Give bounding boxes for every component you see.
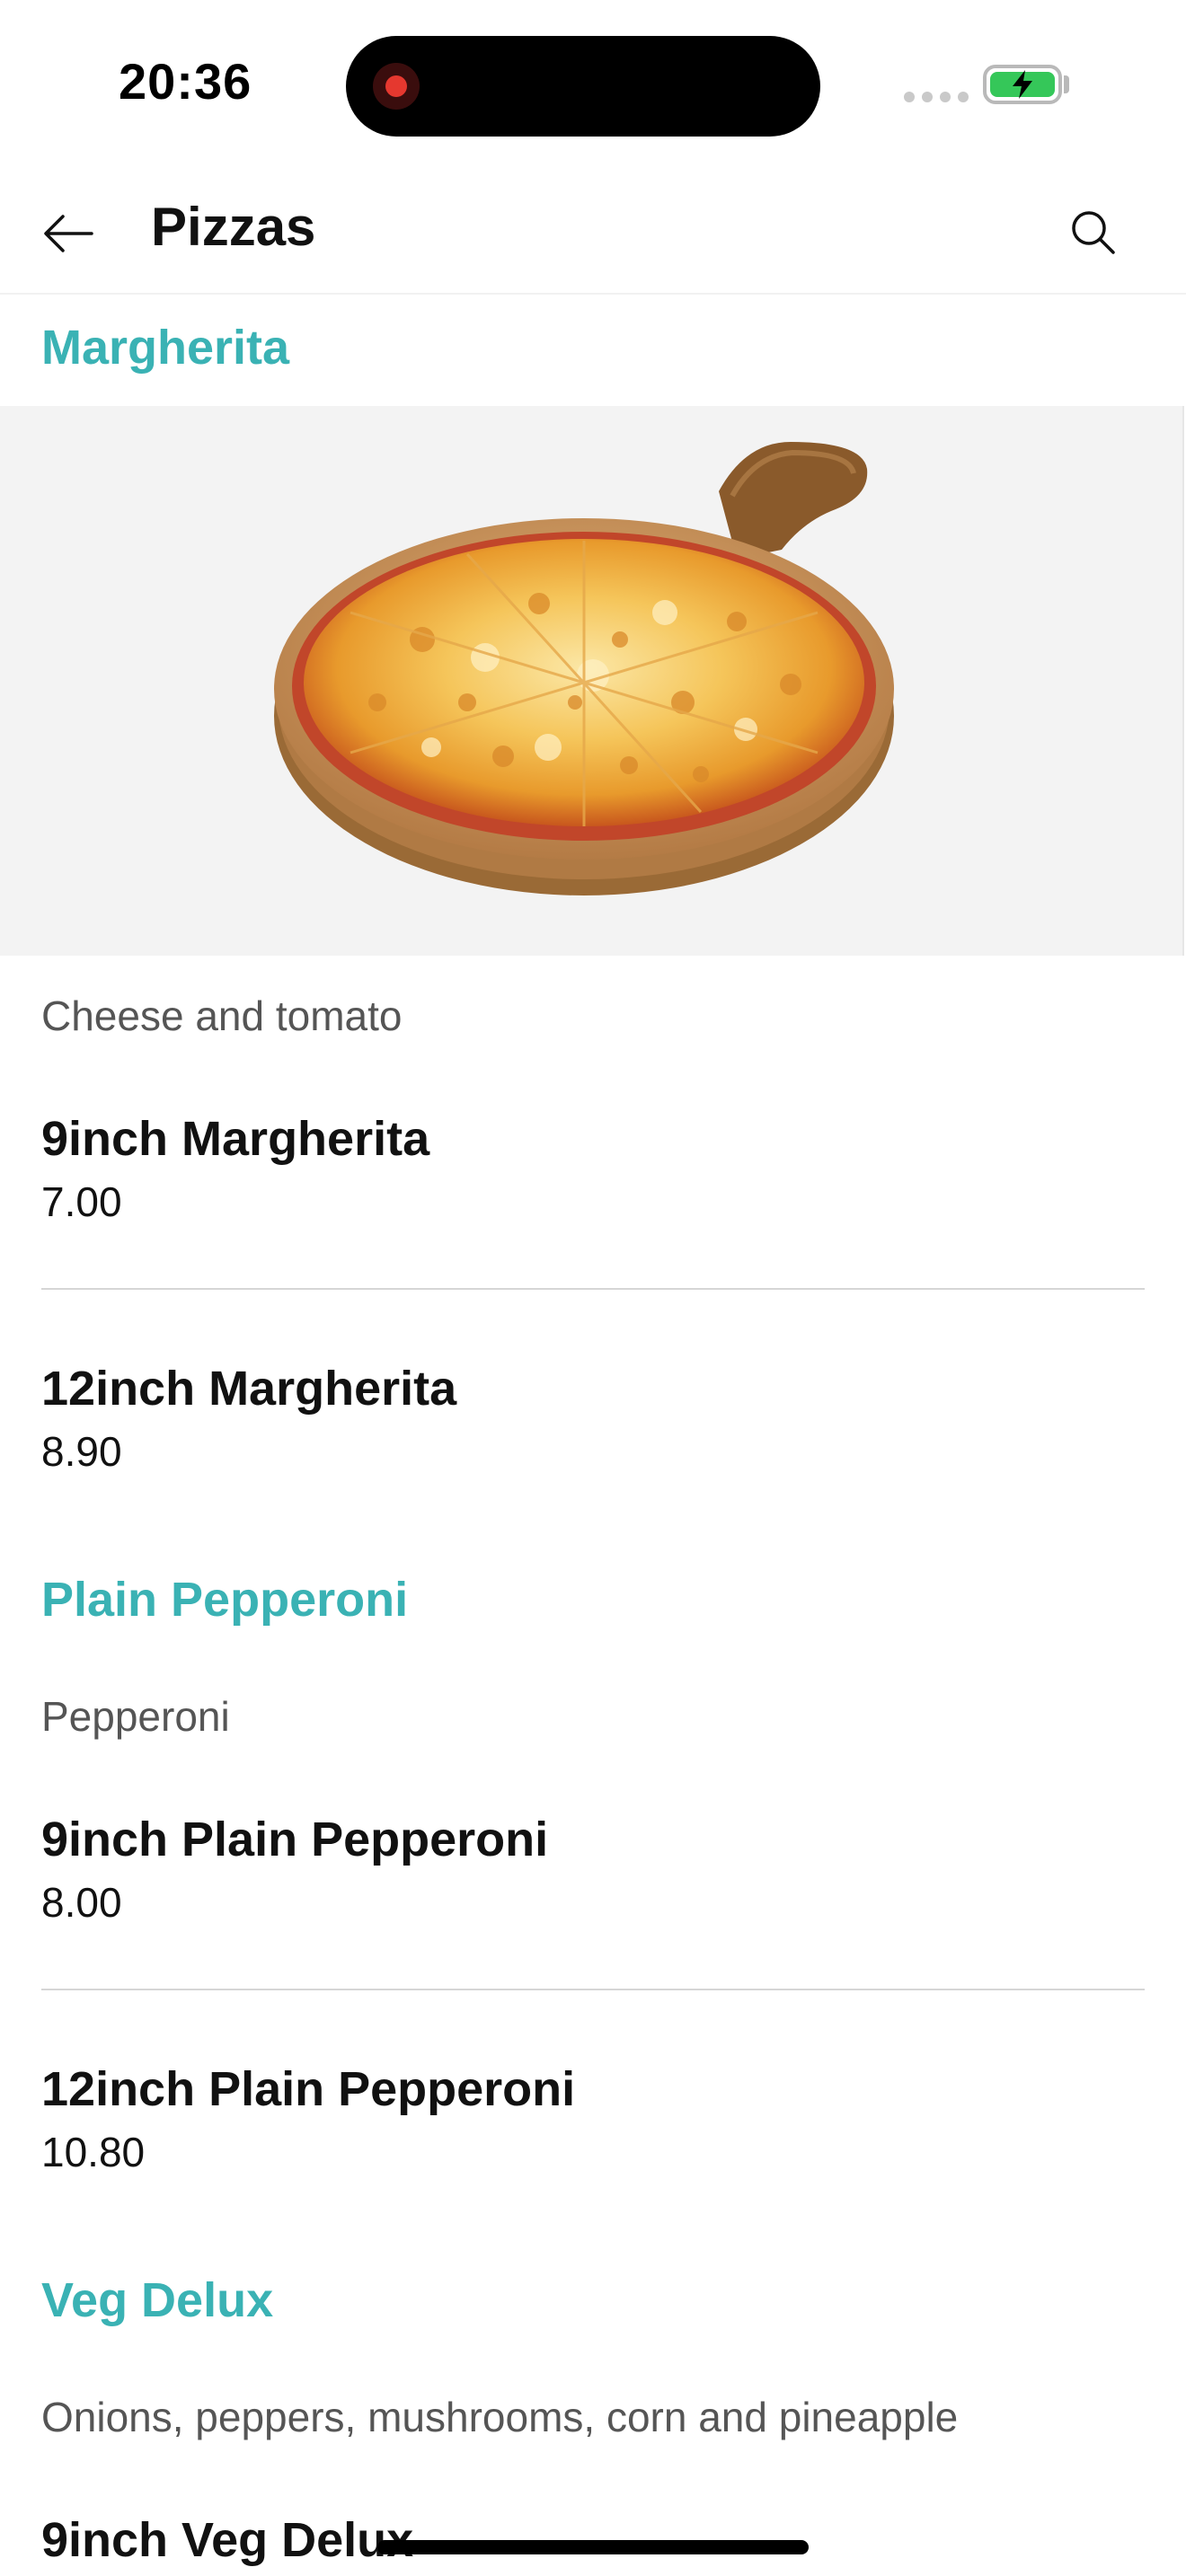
battery-charging-icon — [983, 65, 1062, 104]
menu-item-12inch-margherita[interactable]: 12inch Margherita 8.90 — [41, 1358, 1145, 1478]
section-description-margherita: Cheese and tomato — [41, 992, 403, 1039]
item-price: 7.00 — [41, 1178, 122, 1225]
cellular-signal-icon — [904, 92, 969, 102]
section-description-plain-pepperoni: Pepperoni — [41, 1693, 230, 1740]
status-time: 20:36 — [119, 53, 252, 110]
search-button[interactable] — [1057, 196, 1128, 268]
menu-item-12inch-plain-pepperoni[interactable]: 12inch Plain Pepperoni 10.80 — [41, 2059, 1145, 2179]
image-edge — [1182, 406, 1184, 956]
item-price: 8.90 — [41, 1428, 122, 1475]
menu-item-9inch-plain-pepperoni[interactable]: 9inch Plain Pepperoni 8.00 — [41, 1809, 1145, 1929]
pizza-margherita-image — [0, 406, 1182, 956]
home-indicator[interactable] — [377, 2540, 809, 2554]
item-name: 9inch Plain Pepperoni — [41, 1813, 549, 1866]
section-title-margherita: Margherita — [41, 321, 290, 375]
item-name: 12inch Plain Pepperoni — [41, 2062, 576, 2116]
item-name: 12inch Margherita — [41, 1362, 457, 1416]
section-title-plain-pepperoni: Plain Pepperoni — [41, 1573, 409, 1627]
section-title-veg-delux: Veg Delux — [41, 2273, 274, 2327]
app-header: Pizzas — [0, 171, 1186, 295]
item-price: 10.80 — [41, 2129, 146, 2175]
divider — [41, 1288, 1145, 1290]
page-title: Pizzas — [151, 197, 316, 257]
status-bar: 20:36 — [0, 0, 1186, 171]
divider — [41, 1989, 1145, 1990]
screen-recording-icon — [373, 63, 420, 110]
item-price: 8.00 — [41, 1879, 122, 1926]
search-icon — [1072, 211, 1115, 254]
item-name: 9inch Margherita — [41, 1112, 430, 1166]
section-description-veg-delux: Onions, peppers, mushrooms, corn and pin… — [41, 2394, 959, 2440]
battery-cap — [1064, 75, 1069, 93]
screen: 20:36 Pizzas Margherita Cheese and tomat… — [0, 0, 1186, 2576]
arrow-left-icon — [44, 215, 93, 252]
menu-item-9inch-margherita[interactable]: 9inch Margherita 7.00 — [41, 1108, 1145, 1229]
back-button[interactable] — [32, 198, 104, 269]
dynamic-island — [346, 36, 820, 137]
